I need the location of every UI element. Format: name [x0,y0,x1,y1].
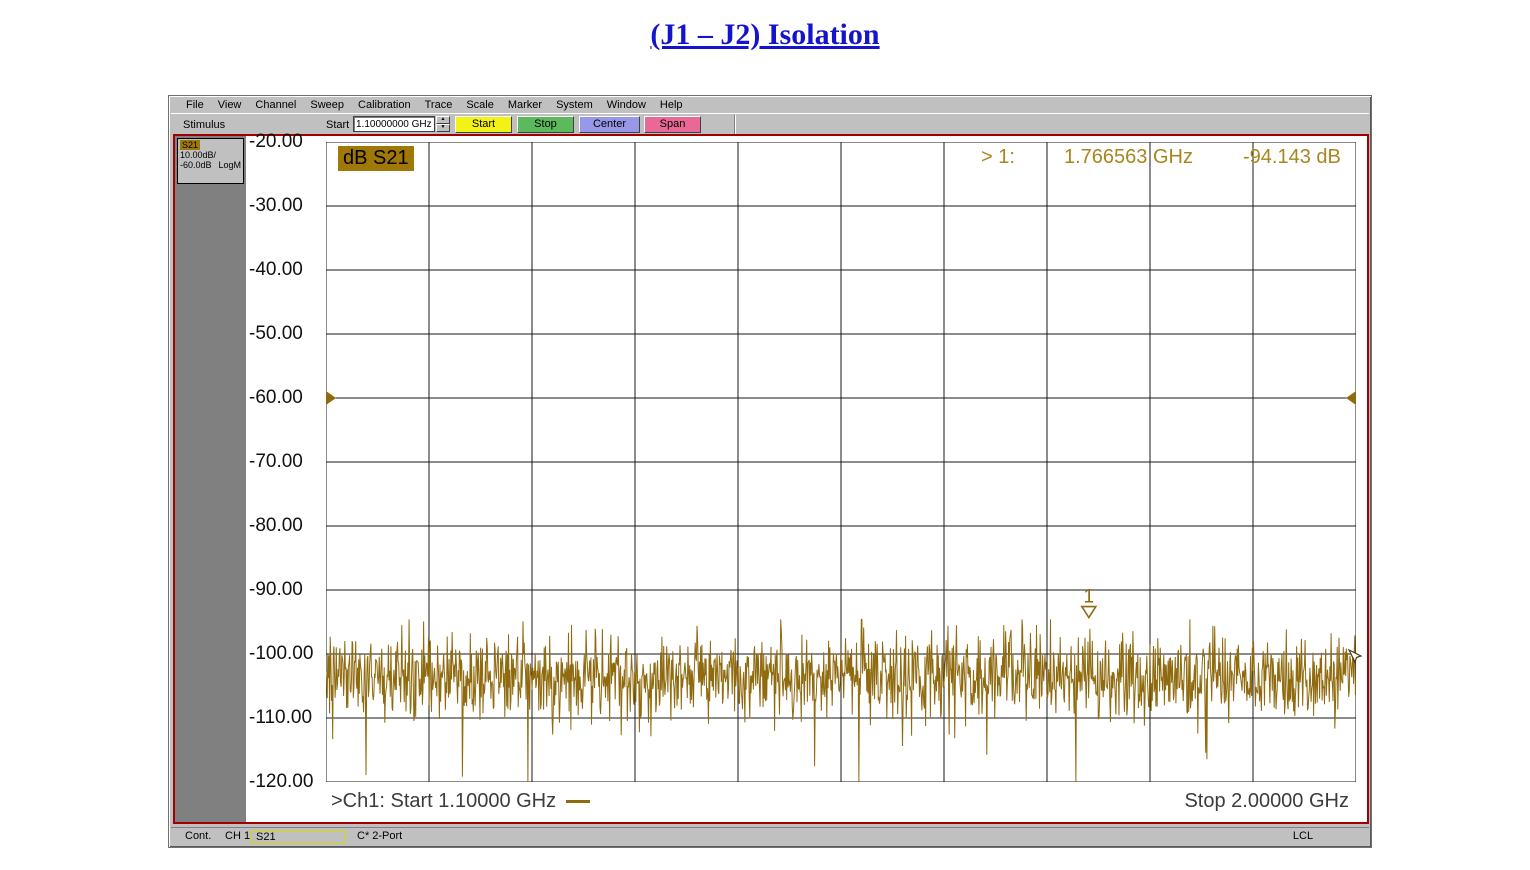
menu-item-channel[interactable]: Channel [248,98,303,112]
start-annotation-text: >Ch1: Start 1.10000 GHz [331,790,556,812]
local-remote-status: LCL [1273,830,1333,844]
stimulus-toolbar: Stimulus Start ▲ ▼ Start Stop CenterSpan [171,113,1369,134]
analyzer-display: S21 10.00dB/ -60.0dB LogM -20.00 -30.00 -4… [173,134,1369,824]
menu-item-view[interactable]: View [211,98,249,112]
y-axis-label: -20.00 [249,131,325,153]
start-field-label: Start [326,119,349,131]
menu-item-calibration[interactable]: Calibration [351,98,418,112]
mouse-cursor-icon [1347,648,1365,666]
menu-item-window[interactable]: Window [600,98,653,112]
menu-item-sweep[interactable]: Sweep [303,98,351,112]
channel-start-annotation: >Ch1: Start 1.10000 GHz [331,790,590,813]
y-axis-label: -110.00 [249,707,325,729]
trace-name-badge: S21 [180,140,200,150]
y-axis-label: -60.00 [249,387,325,409]
stop-button[interactable]: Stop [517,116,574,133]
start-frequency-input[interactable] [353,116,435,132]
sweep-status: Cont. [181,830,223,844]
trace-sidebar: S21 10.00dB/ -60.0dB LogM [175,136,246,822]
menu-item-trace[interactable]: Trace [418,98,460,112]
page-title: (J1 – J2) Isolation [0,18,1530,52]
menu-item-file[interactable]: File [179,98,211,112]
menu-item-system[interactable]: System [549,98,600,112]
y-axis-label: -40.00 [249,259,325,281]
marker-1-number: 1 [1084,587,1095,608]
trace-color-key-icon [566,800,590,803]
marker-readout-value: -94.143 dB [1243,146,1341,170]
trace-format-chip: dB S21 [338,146,414,171]
menu-item-help[interactable]: Help [653,98,690,112]
trace-scale-label: 10.00dB/ [180,150,241,160]
trace-status-box[interactable]: S21 10.00dB/ -60.0dB LogM [177,138,244,184]
stop-annotation: Stop 2.00000 GHz [1184,790,1349,813]
calibration-status: C* 2-Port [353,830,473,844]
marker-readout-id: > 1: [981,146,1015,170]
y-axis-label: -120.00 [249,771,325,793]
span-button[interactable]: Span [644,116,701,133]
y-axis-label: -30.00 [249,195,325,217]
menu-item-scale[interactable]: Scale [459,98,501,112]
center-button[interactable]: Center [579,116,640,133]
y-axis-label: -80.00 [249,515,325,537]
y-axis-label: -90.00 [249,579,325,601]
vna-application-window: FileViewChannelSweepCalibrationTraceScal… [168,95,1372,848]
menu-bar: FileViewChannelSweepCalibrationTraceScal… [171,98,1369,113]
measurement-plot: 1 [326,142,1356,782]
stimulus-group-label: Stimulus [183,119,225,131]
spinner-up-icon[interactable]: ▲ [436,116,450,124]
toolbar-separator [734,115,736,134]
spinner-down-icon[interactable]: ▼ [436,124,450,132]
y-axis-label: -70.00 [249,451,325,473]
marker-1-triangle-icon [1082,607,1096,618]
reference-level-marker-left [326,391,336,405]
measurement-status: S21 [251,830,345,844]
start-frequency-stepper[interactable]: ▲ ▼ [436,116,450,132]
reference-level-marker-right [1346,391,1356,405]
status-bar: Cont. CH 1: S21 C* 2-Port LCL [171,827,1369,844]
trace-format-label: LogM [218,160,241,170]
trace-ref-label: -60.0dB [180,160,212,170]
y-axis-label: -100.00 [249,643,325,665]
marker-readout-frequency: 1.766563 GHz [1064,146,1193,170]
marker-1[interactable]: 1 [1082,587,1096,618]
start-button[interactable]: Start [455,116,512,133]
page: (J1 – J2) Isolation FileViewChannelSweep… [0,0,1530,870]
menu-item-marker[interactable]: Marker [501,98,549,112]
y-axis-label: -50.00 [249,323,325,345]
